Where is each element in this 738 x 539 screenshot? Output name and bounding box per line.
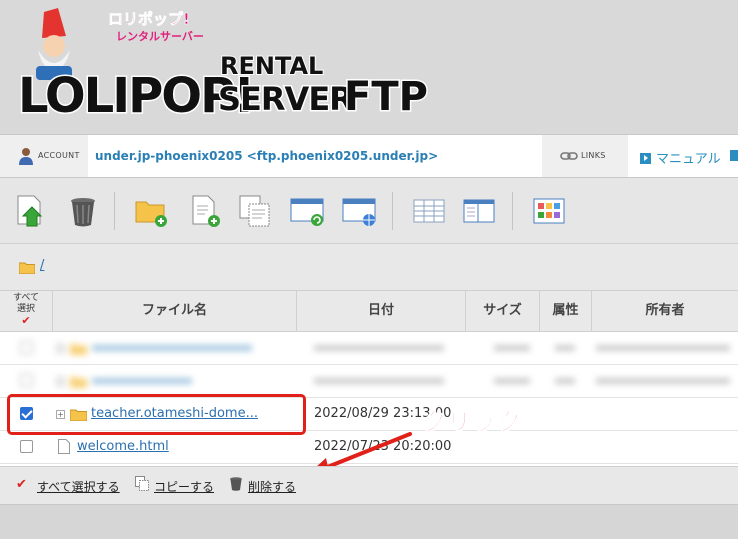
account-label: ACCOUNT [38, 151, 80, 160]
path-bar: / [0, 244, 738, 290]
column-date[interactable]: 日付 [297, 291, 466, 331]
check-mark-icon: ✔ [16, 477, 27, 492]
new-folder-icon[interactable] [134, 194, 168, 228]
toolbar-separator [512, 192, 513, 230]
icon-view-icon[interactable] [532, 194, 566, 228]
select-all-action[interactable]: すべて選択する [37, 478, 120, 495]
svg-text:ロリポップ!: ロリポップ! [108, 10, 190, 28]
select-all-header[interactable]: すべて 選択 ✔ [0, 293, 52, 326]
column-attr[interactable]: 属性 [540, 291, 592, 331]
copy-icon [135, 476, 149, 491]
column-size[interactable]: サイズ [466, 291, 540, 331]
file-table-header: すべて 選択 ✔ ファイル名 日付 サイズ 属性 所有者 [0, 290, 738, 332]
trash-icon[interactable] [66, 194, 100, 228]
folder-icon [19, 262, 35, 274]
click-callout: クリック [422, 408, 522, 437]
person-icon [19, 148, 33, 165]
new-file-icon[interactable] [188, 194, 222, 228]
highlight-box [7, 394, 306, 435]
account-label-cell: ACCOUNT [0, 135, 88, 177]
play-square-icon [640, 153, 651, 164]
manual-link-label: マニュアル [656, 152, 721, 167]
toolbar [0, 178, 738, 244]
column-owner[interactable]: 所有者 [592, 291, 738, 331]
svg-text:レンタルサーバー: レンタルサーバー [116, 30, 204, 43]
select-all-line1: すべて [12, 293, 39, 303]
toolbar-separator [114, 192, 115, 230]
column-name[interactable]: ファイル名 [53, 291, 297, 331]
svg-text:SERVER: SERVER [218, 80, 353, 118]
table-row[interactable] [0, 332, 738, 365]
upload-file-icon[interactable] [14, 194, 48, 228]
toolbar-separator [392, 192, 393, 230]
check-mark-icon: ✔ [21, 314, 31, 327]
delete-action[interactable]: 削除する [248, 478, 296, 495]
action-bar: ✔ すべて選択する コピーする 削除する [0, 466, 738, 504]
row-checkbox[interactable] [20, 374, 33, 387]
svg-text:RENTAL: RENTAL [220, 52, 323, 80]
web-window-icon[interactable] [342, 194, 376, 228]
list-view-icon[interactable] [412, 194, 446, 228]
account-bar: ACCOUNT under.jp-phoenix0205 <ftp.phoeni… [0, 134, 738, 178]
manual-link[interactable]: マニュアル [640, 148, 721, 167]
logo-badge: ロリポップ! レンタルサーバー [108, 10, 204, 43]
account-value: under.jp-phoenix0205 <ftp.phoenix0205.un… [95, 149, 439, 163]
links-cell[interactable]: LINKS [542, 135, 628, 177]
row-checkbox[interactable] [20, 440, 33, 453]
file-name-link[interactable]: welcome.html [77, 439, 169, 454]
detail-view-icon[interactable] [462, 194, 496, 228]
bottom-strip [0, 504, 738, 539]
app-header: ロリポップ! レンタルサーバー LOLIPOP! RENTAL SERVER F… [0, 0, 738, 134]
links-label: LINKS [581, 151, 606, 160]
chain-link-icon [560, 152, 578, 160]
svg-text:FTP: FTP [344, 74, 428, 120]
lolipop-ftp-logo: ロリポップ! レンタルサーバー LOLIPOP! RENTAL SERVER F… [17, 8, 429, 126]
rename-window-icon[interactable] [290, 194, 324, 228]
copy-action[interactable]: コピーする [154, 478, 214, 495]
row-checkbox[interactable] [20, 341, 33, 354]
path-link[interactable]: / [40, 258, 44, 273]
play-square-icon[interactable] [730, 150, 738, 161]
file-icon [58, 439, 70, 454]
trash-icon [230, 477, 242, 491]
copy-file-icon[interactable] [238, 194, 272, 228]
